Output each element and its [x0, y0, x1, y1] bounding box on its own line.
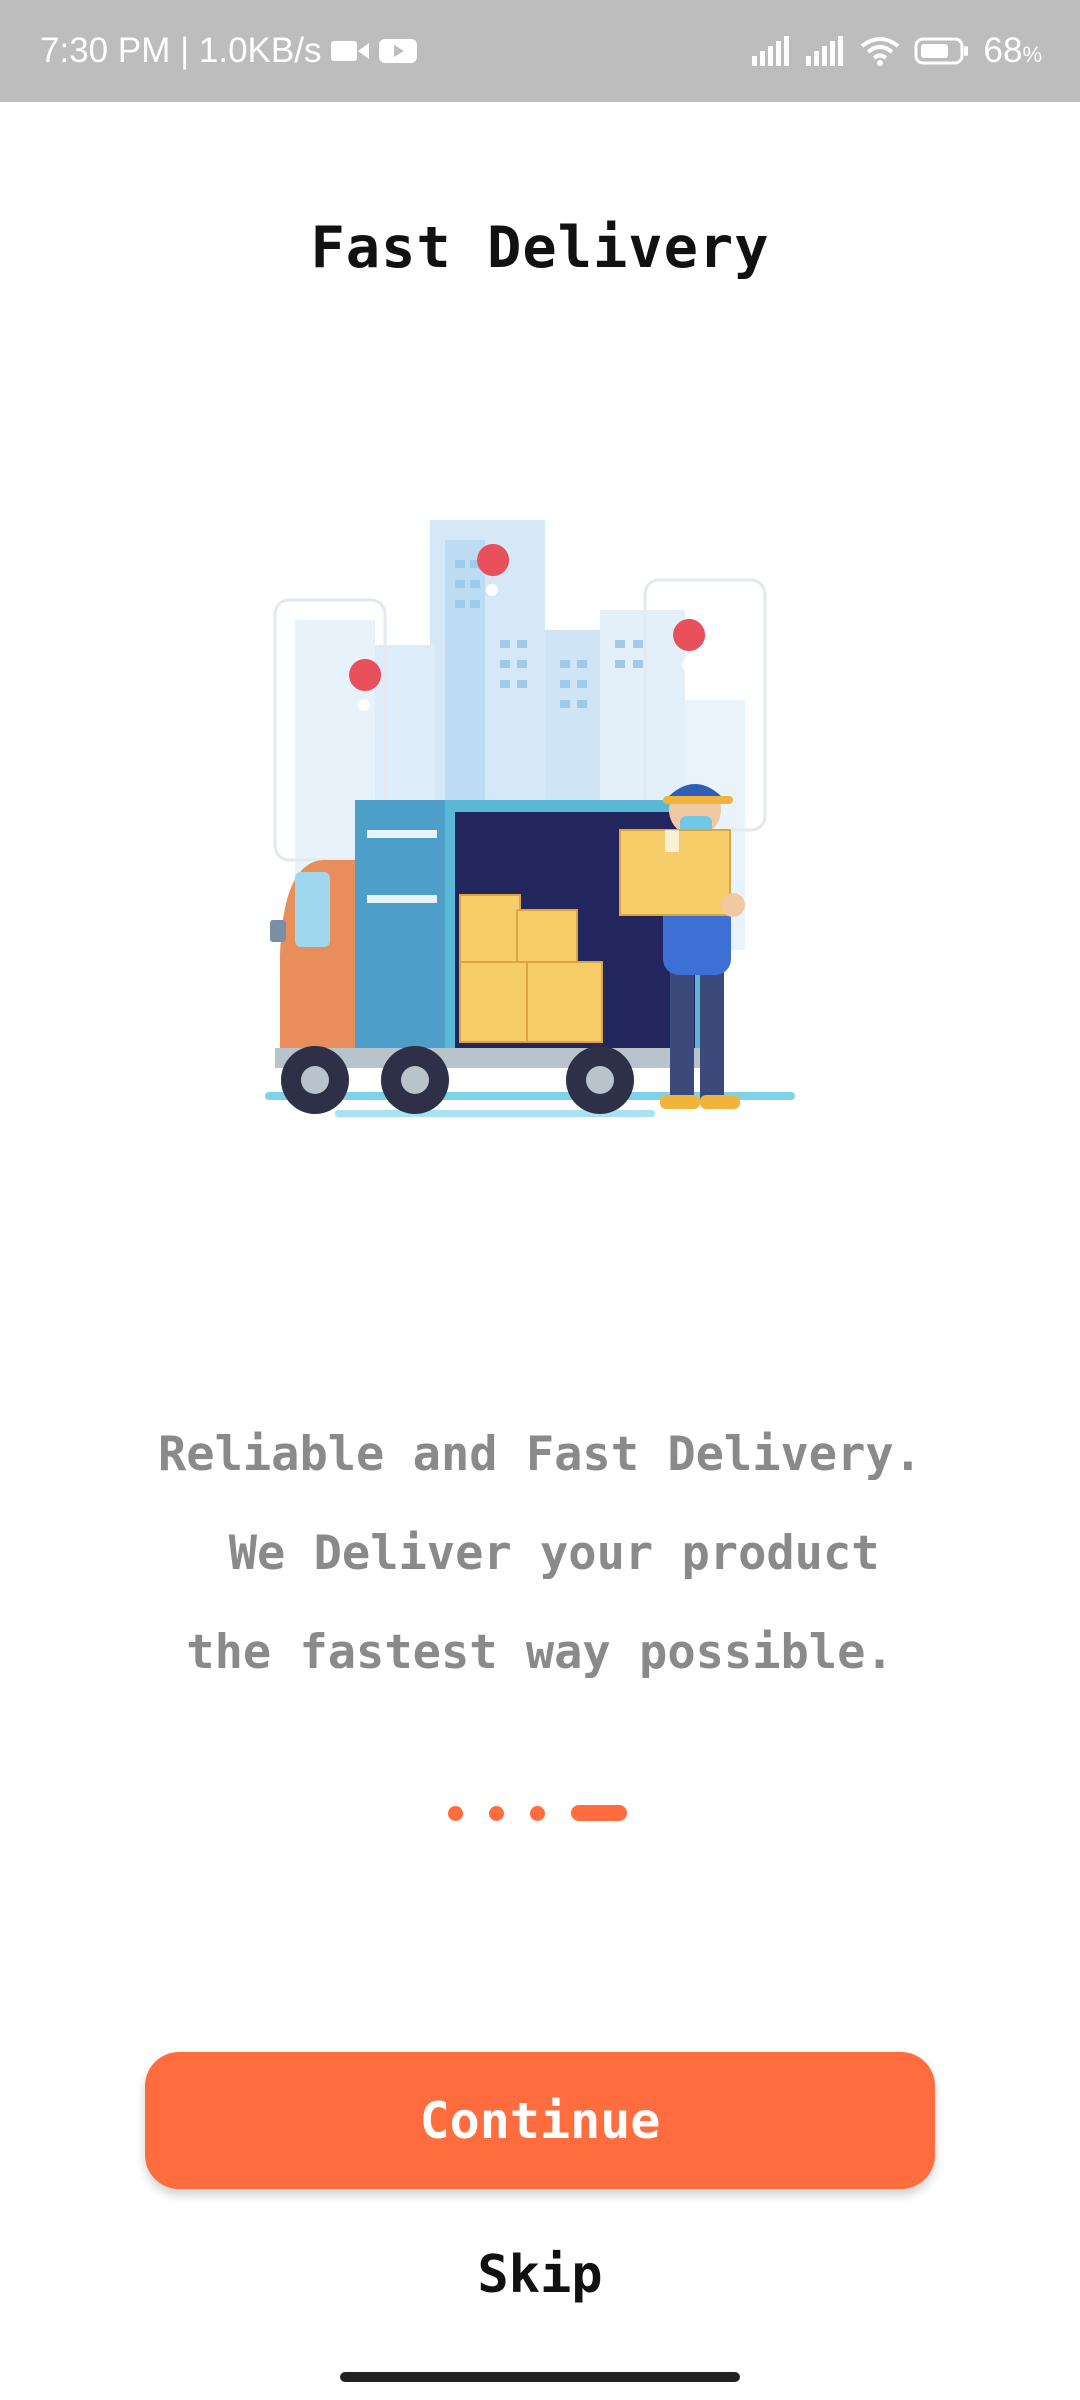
signal-icon: [805, 36, 846, 66]
delivery-truck-illustration: [255, 500, 815, 1150]
battery-percent-value: 68: [983, 31, 1023, 70]
skip-button[interactable]: Skip: [0, 2245, 1080, 2305]
description-line-1: Reliable and Fast Delivery.: [157, 1427, 922, 1482]
video-camera-icon: [331, 38, 370, 64]
home-indicator[interactable]: [340, 2372, 740, 2382]
signal-icon: [751, 36, 792, 66]
page-dot-active: [571, 1805, 627, 1821]
status-left: 7:30 PM | 1.0KB/s: [40, 0, 418, 102]
youtube-icon: [379, 37, 418, 65]
continue-button[interactable]: Continue: [145, 2052, 935, 2189]
page-dot: [448, 1805, 463, 1821]
wifi-icon: [860, 36, 900, 66]
description-line-3: the fastest way possible.: [186, 1625, 894, 1680]
description: Reliable and Fast Delivery. We Deliver y…: [60, 1405, 1020, 1702]
page-title: Fast Delivery: [310, 215, 770, 281]
page-dot: [489, 1805, 504, 1821]
status-right: 68%: [751, 0, 1043, 102]
page-indicator: [448, 1805, 627, 1821]
description-line-2: We Deliver your product: [200, 1526, 880, 1581]
battery-icon: [914, 36, 970, 66]
battery-percent: 68%: [984, 31, 1043, 71]
status-time-speed: 7:30 PM | 1.0KB/s: [40, 31, 322, 70]
page-dot: [530, 1805, 545, 1821]
battery-percent-unit: %: [1022, 42, 1042, 67]
status-bar: 7:30 PM | 1.0KB/s 68%: [0, 0, 1080, 102]
